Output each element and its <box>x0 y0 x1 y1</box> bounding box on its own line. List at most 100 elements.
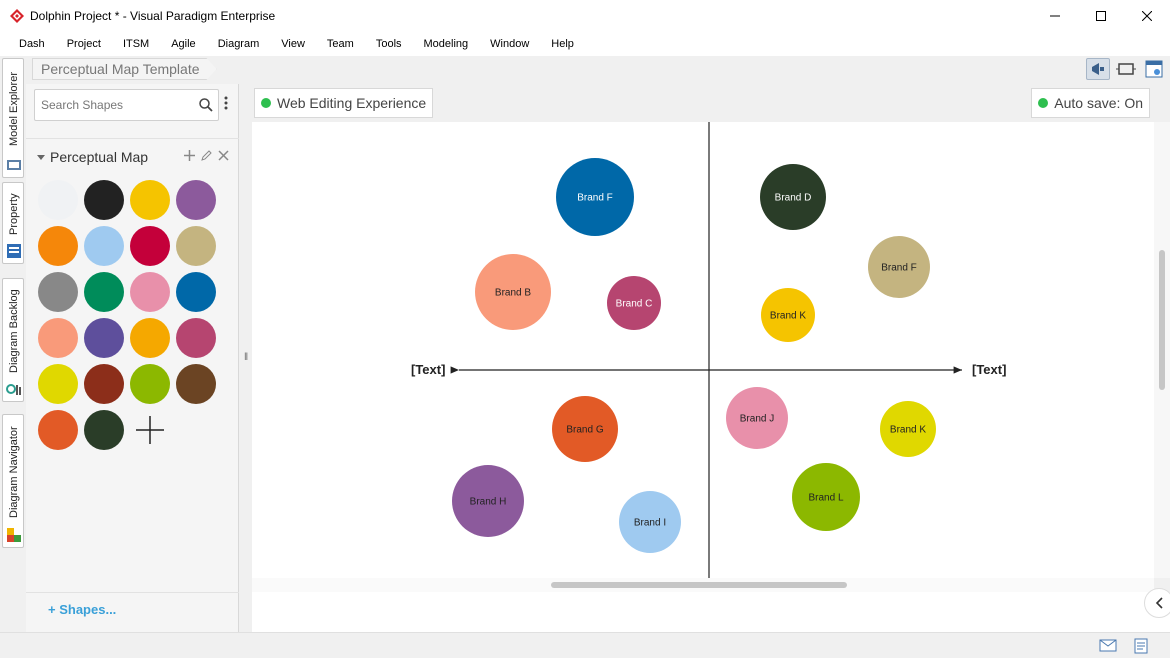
color-swatch[interactable] <box>84 226 124 266</box>
brand-bubble[interactable]: Brand D <box>760 164 826 230</box>
color-swatch[interactable] <box>38 364 78 404</box>
color-swatch[interactable] <box>84 364 124 404</box>
menu-team[interactable]: Team <box>316 38 365 50</box>
vertical-scrollbar[interactable] <box>1154 122 1170 578</box>
brand-label: Brand G <box>566 425 603 436</box>
brand-bubble[interactable]: Brand K <box>761 288 815 342</box>
more-shapes-link[interactable]: + Shapes... <box>48 602 116 617</box>
web-editing-label: Web Editing Experience <box>277 95 427 111</box>
diagram-backlog-icon <box>6 384 21 395</box>
color-swatch[interactable] <box>176 272 216 312</box>
edit-icon[interactable] <box>201 150 212 161</box>
menu-itsm[interactable]: ITSM <box>112 38 160 50</box>
close-button[interactable] <box>1124 0 1170 32</box>
color-swatch[interactable] <box>38 410 78 450</box>
brand-bubble[interactable]: Brand G <box>552 396 618 462</box>
add-icon[interactable] <box>184 150 195 161</box>
tab-diagram-backlog[interactable]: Diagram Backlog <box>2 278 24 402</box>
color-swatch[interactable] <box>176 180 216 220</box>
menu-help[interactable]: Help <box>540 38 585 50</box>
status-bar <box>0 632 1170 658</box>
x-axis-label-left[interactable]: [Text] <box>411 362 445 377</box>
menu-tools[interactable]: Tools <box>365 38 413 50</box>
vertical-scroll-thumb[interactable] <box>1159 250 1165 390</box>
collapse-panel-button[interactable] <box>1144 588 1170 618</box>
color-swatch[interactable] <box>176 364 216 404</box>
brand-bubble[interactable]: Brand H <box>452 465 524 537</box>
brand-label: Brand F <box>577 193 613 204</box>
menu-window[interactable]: Window <box>479 38 540 50</box>
diagram-toolbar <box>1086 58 1166 80</box>
color-swatch[interactable] <box>84 180 124 220</box>
brand-bubble[interactable]: Brand B <box>475 254 551 330</box>
menu-modeling[interactable]: Modeling <box>413 38 480 50</box>
splitter-grip-icon[interactable]: ǁ <box>244 352 248 363</box>
chevron-down-icon[interactable] <box>36 152 46 162</box>
color-swatch[interactable] <box>38 318 78 358</box>
diagram-navigator-icon <box>7 528 21 542</box>
maximize-button[interactable] <box>1078 0 1124 32</box>
brand-label: Brand K <box>770 311 806 322</box>
color-swatch[interactable] <box>130 364 170 404</box>
menu-diagram[interactable]: Diagram <box>207 38 271 50</box>
menu-view[interactable]: View <box>270 38 316 50</box>
color-swatch[interactable] <box>84 318 124 358</box>
brand-bubble[interactable]: Brand J <box>726 387 788 449</box>
perceptual-map[interactable]: [Text] [Text] Brand F Brand DBrand FBrand… <box>252 122 1154 578</box>
web-editing-badge[interactable]: Web Editing Experience <box>254 88 434 118</box>
search-icon[interactable] <box>199 98 213 112</box>
color-swatch[interactable] <box>176 318 216 358</box>
window-title: Dolphin Project * - Visual Paradigm Ente… <box>30 9 276 23</box>
x-axis-label-right[interactable]: [Text] <box>972 362 1006 377</box>
brand-label: Brand I <box>634 518 666 529</box>
close-group-icon[interactable] <box>218 150 229 161</box>
brand-label: Brand L <box>808 493 843 504</box>
color-swatch[interactable] <box>130 272 170 312</box>
autosave-badge[interactable]: Auto save: On <box>1031 88 1150 118</box>
side-tab-strip: Model Explorer Property Diagram Backlog … <box>0 56 26 632</box>
tab-diagram-navigator[interactable]: Diagram Navigator <box>2 414 24 548</box>
brand-bubble[interactable]: Brand I <box>619 491 681 553</box>
color-swatch[interactable] <box>38 226 78 266</box>
horizontal-scroll-thumb[interactable] <box>551 582 847 588</box>
brand-bubble[interactable]: Brand K <box>880 401 936 457</box>
diagram-layout-button[interactable] <box>1142 58 1166 80</box>
color-swatch[interactable] <box>130 180 170 220</box>
color-swatch[interactable] <box>38 180 78 220</box>
announce-button[interactable] <box>1086 58 1110 80</box>
tab-property[interactable]: Property <box>2 182 24 264</box>
title-bar: Dolphin Project * - Visual Paradigm Ente… <box>0 0 1170 32</box>
brand-bubble[interactable]: Brand L <box>792 463 860 531</box>
fit-diagram-button[interactable] <box>1114 58 1138 80</box>
menu-agile[interactable]: Agile <box>160 38 206 50</box>
brand-bubble[interactable]: Brand C <box>607 276 661 330</box>
color-swatch[interactable] <box>130 318 170 358</box>
brand-label: Brand B <box>495 288 531 299</box>
tab-diagram-backlog-label: Diagram Backlog <box>8 289 20 373</box>
brand-label: Brand H <box>470 497 507 508</box>
color-swatch[interactable] <box>176 226 216 266</box>
search-shapes-input[interactable] <box>35 98 195 112</box>
brand-bubbles: Brand F Brand D Brand F Brand B Brand C Brand… <box>452 158 936 553</box>
shape-group-header[interactable]: Perceptual Map <box>26 138 239 174</box>
menu-project[interactable]: Project <box>56 38 112 50</box>
breadcrumb[interactable]: Perceptual Map Template <box>32 58 217 80</box>
brand-bubble[interactable]: Brand F <box>556 158 634 236</box>
color-swatch[interactable] <box>84 410 124 450</box>
axis-cross-icon[interactable] <box>130 410 170 450</box>
tab-model-explorer[interactable]: Model Explorer <box>2 58 24 178</box>
horizontal-scrollbar[interactable] <box>252 578 1154 592</box>
minimize-button[interactable] <box>1032 0 1078 32</box>
brand-bubble[interactable]: Brand F <box>868 236 930 298</box>
panel-splitter[interactable]: ǁ <box>240 84 252 632</box>
menu-dash[interactable]: Dash <box>8 38 56 50</box>
more-options-icon[interactable] <box>224 96 228 110</box>
color-swatch[interactable] <box>84 272 124 312</box>
mail-icon[interactable] <box>1099 638 1117 652</box>
color-swatch[interactable] <box>130 226 170 266</box>
diagram-canvas[interactable]: [Text] [Text] Brand F Brand D Brand F Brand… <box>252 122 1154 578</box>
color-swatch[interactable] <box>38 272 78 312</box>
note-icon[interactable] <box>1133 638 1149 654</box>
autosave-label: Auto save: On <box>1054 95 1143 111</box>
chevron-left-icon <box>1155 597 1163 609</box>
